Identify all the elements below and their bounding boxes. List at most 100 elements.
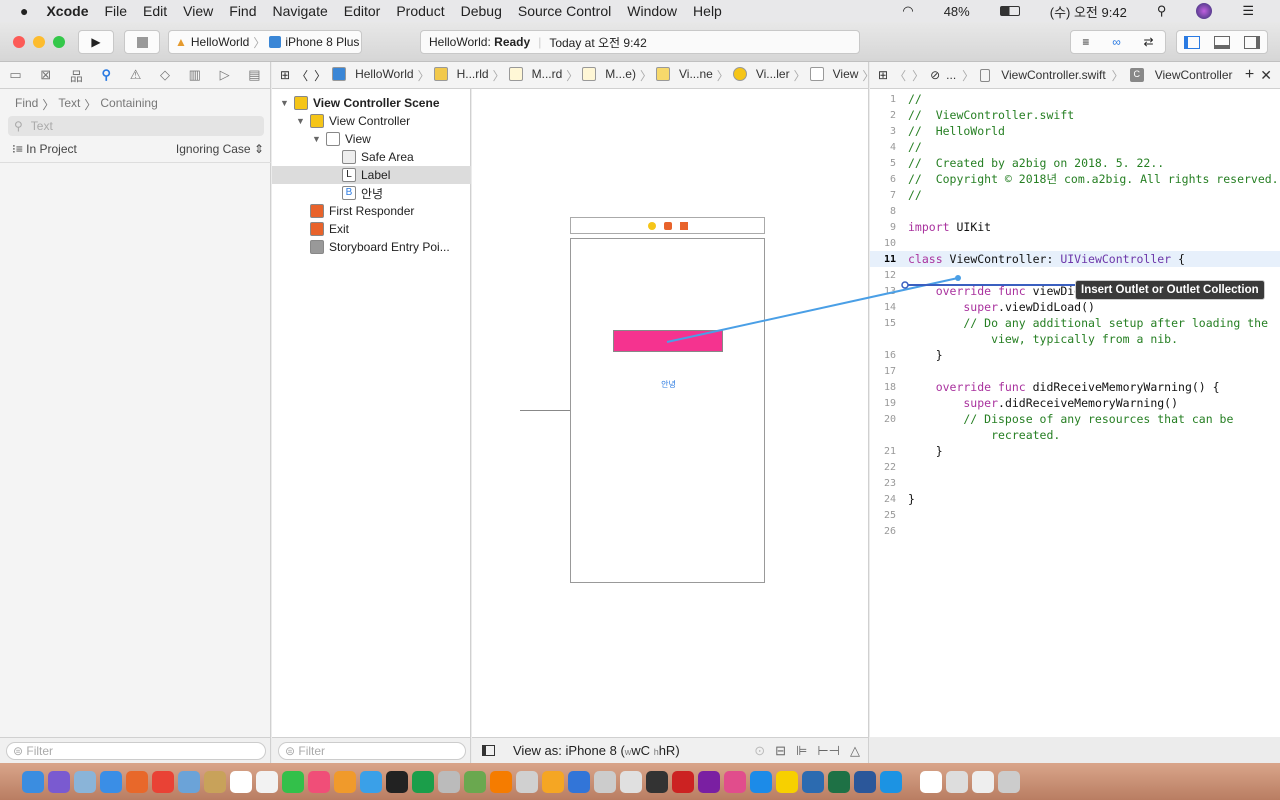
code-line[interactable]: 4 // [870, 139, 1280, 155]
case-selector[interactable]: Ignoring Case ⇕ [176, 142, 264, 156]
standard-editor-icon[interactable]: ≡ [1082, 35, 1089, 49]
dock-app-icon[interactable] [920, 770, 942, 793]
symbol-navigator-icon[interactable]: 品 [70, 66, 83, 85]
dock-app-icon[interactable] [568, 770, 590, 793]
add-constraints-icon[interactable]: ⊢⊣ [817, 743, 840, 759]
dock-app-icon[interactable] [204, 770, 226, 793]
dock-app-icon[interactable] [100, 770, 122, 793]
disclosure-icon[interactable]: ▼ [296, 116, 310, 126]
code-line[interactable]: 16 } [870, 347, 1280, 363]
jump-item[interactable]: Vi...ler [756, 67, 790, 84]
jump-ellipsis[interactable]: ... [946, 68, 956, 82]
outline-item[interactable]: Safe Area [272, 148, 471, 166]
dock-app-icon[interactable] [308, 770, 330, 793]
outline-item[interactable]: First Responder [272, 202, 471, 220]
dock-app-icon[interactable] [998, 770, 1020, 793]
menu-view[interactable]: View [183, 3, 213, 19]
code-line[interactable]: recreated. [870, 427, 1280, 443]
notification-center-icon[interactable]: ☰ [1242, 3, 1254, 19]
jump-item[interactable]: M...rd [532, 67, 563, 84]
dock-app-icon[interactable] [854, 770, 876, 793]
code-line[interactable]: 25 [870, 507, 1280, 523]
find-mode[interactable]: Find [15, 96, 38, 113]
wifi-icon[interactable]: ◠ [902, 3, 913, 19]
back-icon[interactable]: 〈 [296, 67, 308, 84]
report-navigator-icon[interactable]: ▤ [248, 67, 260, 83]
dock-app-icon[interactable] [542, 770, 564, 793]
update-frames-icon[interactable]: ⊙ [754, 743, 765, 759]
jump-file[interactable]: ViewController.swift [1001, 68, 1105, 82]
toggle-utilities-icon[interactable] [1244, 35, 1260, 49]
menu-debug[interactable]: Debug [461, 3, 502, 19]
find-navigator-icon[interactable]: ⚲ [102, 67, 112, 83]
outline-item[interactable]: Storyboard Entry Poi... [272, 238, 471, 256]
dock-app-icon[interactable] [334, 770, 356, 793]
battery-percent[interactable]: 48% [944, 4, 970, 19]
dock-app-icon[interactable] [126, 770, 148, 793]
test-navigator-icon[interactable]: ◇ [160, 67, 170, 83]
entry-point-arrow[interactable] [520, 410, 570, 411]
code-line[interactable]: 9 import UIKit [870, 219, 1280, 235]
source-editor[interactable]: 1 // 2 // ViewController.swift 3 // HelloWorl… [870, 89, 1280, 737]
exit-dock-icon[interactable] [679, 221, 688, 230]
debug-navigator-icon[interactable]: ▥ [189, 67, 201, 83]
view-as-button[interactable]: View as: iPhone 8 (wwC hhR) [513, 743, 680, 758]
dock-app-icon[interactable] [438, 770, 460, 793]
jump-class[interactable]: ViewController [1155, 68, 1233, 82]
view-controller-view[interactable]: 안녕 [570, 238, 765, 583]
code-line[interactable]: 5 // Created by a2big on 2018. 5. 22.. [870, 155, 1280, 171]
menu-product[interactable]: Product [396, 3, 444, 19]
code-line[interactable]: 22 [870, 459, 1280, 475]
dock-app-icon[interactable] [464, 770, 486, 793]
related-items-icon[interactable]: ⊞ [280, 68, 290, 82]
code-line[interactable]: 21 } [870, 443, 1280, 459]
dock-app-icon[interactable] [880, 770, 902, 793]
dock-app-icon[interactable] [620, 770, 642, 793]
outline-item[interactable]: B 안녕 [272, 184, 471, 202]
hello-button[interactable]: 안녕 [571, 379, 766, 390]
dock-app-icon[interactable] [724, 770, 746, 793]
menu-file[interactable]: File [104, 3, 127, 19]
code-line[interactable]: 3 // HelloWorld [870, 123, 1280, 139]
code-line[interactable]: 19 super.didReceiveMemoryWarning() [870, 395, 1280, 411]
resolve-auto-layout-icon[interactable]: △ [850, 743, 860, 759]
menu-app[interactable]: Xcode [46, 3, 88, 19]
dock-app-icon[interactable] [946, 770, 968, 793]
code-line[interactable]: 1 // [870, 91, 1280, 107]
dock-app-icon[interactable] [698, 770, 720, 793]
automatic-icon[interactable]: ⊘ [930, 68, 940, 82]
menu-navigate[interactable]: Navigate [273, 3, 328, 19]
dock-app-icon[interactable] [672, 770, 694, 793]
back-icon[interactable]: 〈 [894, 67, 906, 84]
dock-app-icon[interactable] [776, 770, 798, 793]
forward-icon[interactable]: 〉 [314, 67, 326, 84]
spotlight-search-icon[interactable]: ⚲ [1157, 3, 1167, 19]
find-input[interactable]: ⚲ Text [8, 116, 264, 136]
add-editor-icon[interactable]: + [1245, 66, 1254, 84]
dock-app-icon[interactable] [802, 770, 824, 793]
stop-button[interactable] [124, 30, 160, 54]
clock[interactable]: (수) 오전 9:42 [1050, 2, 1127, 21]
code-line[interactable]: 8 [870, 203, 1280, 219]
outline-item[interactable]: L Label [272, 166, 471, 184]
dock-app-icon[interactable] [412, 770, 434, 793]
code-line[interactable]: 20 // Dispose of any resources that can … [870, 411, 1280, 427]
issue-navigator-icon[interactable]: ⚠ [130, 67, 142, 83]
menu-editor[interactable]: Editor [344, 3, 381, 19]
jump-item[interactable]: Vi...ne [679, 67, 713, 84]
code-line[interactable]: 17 [870, 363, 1280, 379]
code-line[interactable]: 18 override func didReceiveMemoryWarning… [870, 379, 1280, 395]
dock-app-icon[interactable] [22, 770, 44, 793]
assistant-editor-icon[interactable]: ∞ [1112, 35, 1121, 49]
dock-app-icon[interactable] [152, 770, 174, 793]
label-element[interactable] [613, 330, 723, 352]
code-line[interactable]: 7 // [870, 187, 1280, 203]
code-line[interactable]: 24} [870, 491, 1280, 507]
code-line[interactable]: 23 [870, 475, 1280, 491]
breakpoint-navigator-icon[interactable]: ▷ [220, 67, 230, 83]
outline-filter-input[interactable]: ⊜ Filter [278, 741, 466, 760]
code-line[interactable]: 6 // Copyright © 2018년 com.a2big. All rig… [870, 171, 1280, 187]
first-responder-dock-icon[interactable] [663, 221, 672, 230]
dock-app-icon[interactable] [646, 770, 668, 793]
view-controller-dock-icon[interactable] [647, 221, 656, 230]
